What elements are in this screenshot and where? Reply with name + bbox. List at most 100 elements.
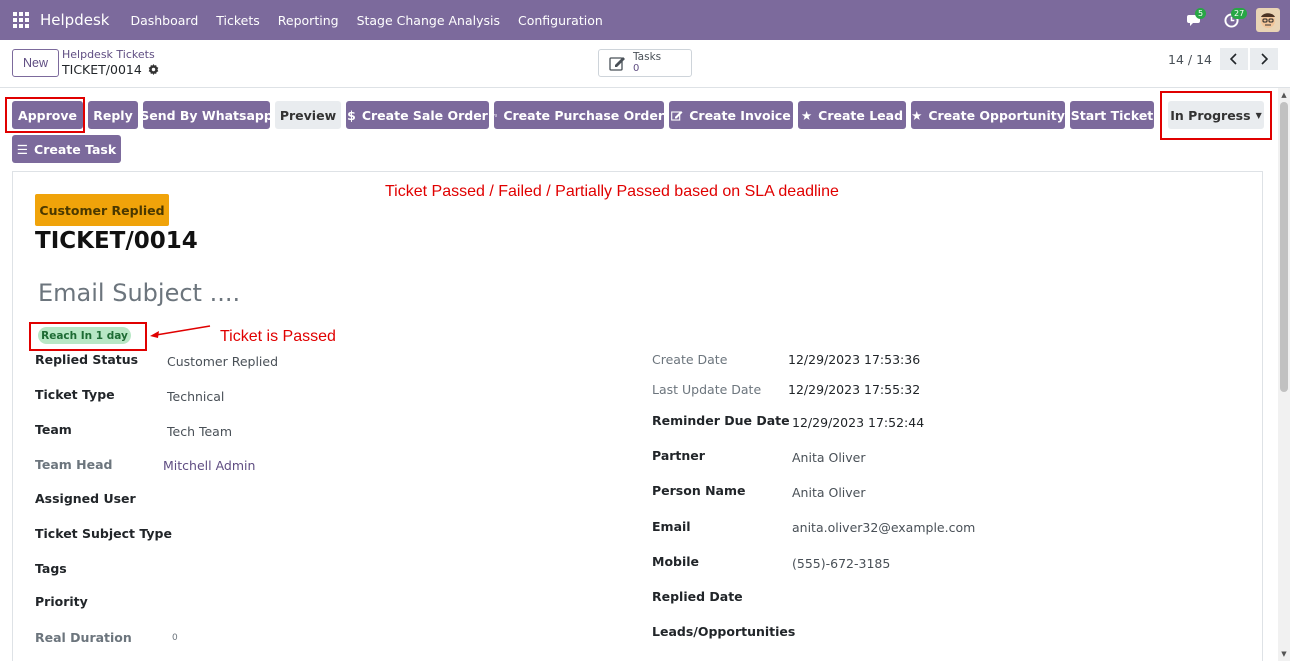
gear-icon[interactable] (148, 64, 159, 75)
real-duration-label: Real Duration (35, 630, 132, 645)
create-opportunity-label: Create Opportunity (928, 107, 1065, 123)
cart-icon (494, 113, 498, 117)
create-purchase-order-label: Create Purchase Order (503, 107, 664, 123)
stage-badge: Customer Replied (35, 194, 169, 226)
activities-badge: 27 (1231, 8, 1248, 19)
partner-value[interactable]: Anita Oliver (792, 450, 866, 465)
last-update-date-value: 12/29/2023 17:55:32 (788, 382, 921, 397)
start-ticket-label: Start Ticket (1070, 107, 1154, 123)
last-update-date-label: Last Update Date (652, 382, 762, 397)
create-sale-order-label: Create Sale Order (361, 107, 488, 123)
messaging-icon[interactable]: 5 (1184, 8, 1207, 30)
team-label: Team (35, 422, 72, 437)
new-button[interactable]: New (12, 49, 59, 77)
person-name-value[interactable]: Anita Oliver (792, 485, 866, 500)
app-brand[interactable]: Helpdesk (40, 11, 109, 29)
activity-clock-icon[interactable]: 27 (1220, 8, 1248, 30)
create-date-value: 12/29/2023 17:53:36 (788, 352, 921, 367)
assigned-user-label: Assigned User (35, 491, 136, 506)
menu-configuration[interactable]: Configuration (518, 13, 603, 28)
status-dropdown-label: In Progress (1170, 107, 1251, 123)
leads-opportunities-label: Leads/Opportunities (652, 624, 796, 639)
create-lead-label: Create Lead (818, 107, 904, 123)
team-value[interactable]: Tech Team (167, 424, 232, 439)
messages-badge: 5 (1195, 8, 1207, 19)
dollar-icon: $ (347, 107, 356, 123)
ticket-title: TICKET/0014 (35, 228, 198, 254)
edit-icon (609, 57, 625, 71)
reminder-due-date-value[interactable]: 12/29/2023 17:52:44 (792, 415, 924, 430)
ticket-type-label: Ticket Type (35, 387, 115, 402)
preview-button[interactable]: Preview (275, 101, 341, 129)
ticket-subject-type-label: Ticket Subject Type (35, 526, 172, 541)
person-name-label: Person Name (652, 483, 746, 498)
team-head-value[interactable]: Mitchell Admin (163, 458, 255, 473)
create-lead-button[interactable]: ★ Create Lead (798, 101, 906, 129)
mobile-value[interactable]: (555)-672-3185 (792, 556, 890, 571)
star-icon: ★ (911, 107, 923, 123)
create-sale-order-button[interactable]: $ Create Sale Order (346, 101, 489, 129)
passed-annotation: Ticket is Passed (220, 328, 336, 345)
preview-button-label: Preview (279, 107, 337, 123)
approve-button-label: Approve (18, 107, 77, 123)
send-by-whatsapp-label: Send By Whatsapp (140, 107, 273, 123)
edit-icon (671, 110, 683, 121)
star-icon: ★ (800, 107, 813, 123)
priority-label: Priority (35, 594, 88, 609)
breadcrumb-current: TICKET/0014 (62, 62, 159, 77)
scroll-thumb[interactable] (1280, 102, 1288, 392)
status-dropdown[interactable]: In Progress ▼ (1168, 101, 1264, 129)
send-by-whatsapp-button[interactable]: Send By Whatsapp (140, 101, 273, 129)
pager-next-button[interactable] (1250, 48, 1278, 70)
control-panel: New Helpdesk Tickets TICKET/0014 Tasks 0… (0, 40, 1290, 88)
email-label: Email (652, 519, 691, 534)
start-ticket-button[interactable]: Start Ticket (1070, 101, 1154, 129)
reply-button[interactable]: Reply (88, 101, 138, 129)
pager-value[interactable]: 14 / 14 (1168, 52, 1212, 67)
ticket-type-value[interactable]: Technical (167, 389, 224, 404)
team-head-label: Team Head (35, 457, 113, 472)
create-opportunity-button[interactable]: ★ Create Opportunity (911, 101, 1065, 129)
tasks-smart-button[interactable]: Tasks 0 (598, 49, 692, 77)
partner-label: Partner (652, 448, 705, 463)
create-task-button[interactable]: ☰ Create Task (12, 135, 121, 163)
tasks-count: 0 (633, 63, 640, 74)
breadcrumb-current-label: TICKET/0014 (62, 62, 142, 77)
replied-status-label: Replied Status (35, 352, 139, 367)
scroll-down-icon[interactable]: ▼ (1280, 650, 1288, 658)
breadcrumb-parent[interactable]: Helpdesk Tickets (62, 48, 155, 61)
replied-date-label: Replied Date (652, 589, 743, 604)
menu-tickets[interactable]: Tickets (216, 13, 260, 28)
replied-status-value[interactable]: Customer Replied (167, 354, 278, 369)
approve-button[interactable]: Approve (12, 101, 83, 129)
menu-reporting[interactable]: Reporting (278, 13, 339, 28)
top-navbar: Helpdesk Dashboard Tickets Reporting Sta… (0, 0, 1290, 40)
reminder-due-date-label: Reminder Due Date (652, 413, 790, 428)
reply-button-label: Reply (93, 107, 133, 123)
pager-previous-button[interactable] (1220, 48, 1248, 70)
chevron-right-icon (1261, 53, 1268, 65)
tasks-label: Tasks (633, 51, 662, 63)
menu-stage-change-analysis[interactable]: Stage Change Analysis (357, 13, 500, 28)
caret-down-icon: ▼ (1255, 110, 1262, 120)
form-sheet (12, 171, 1263, 661)
user-avatar[interactable] (1256, 8, 1280, 32)
record-pager: 14 / 14 (1168, 48, 1278, 70)
real-duration-value: 0 (172, 633, 178, 643)
sla-annotation: Ticket Passed / Failed / Partially Passe… (385, 183, 839, 200)
arrow-icon (150, 325, 211, 338)
create-date-label: Create Date (652, 352, 728, 367)
create-invoice-button[interactable]: Create Invoice (669, 101, 793, 129)
chevron-left-icon (1230, 53, 1237, 65)
tags-label: Tags (35, 561, 67, 576)
create-purchase-order-button[interactable]: Create Purchase Order (494, 101, 664, 129)
apps-menu-icon[interactable] (13, 12, 29, 28)
scroll-up-icon[interactable]: ▲ (1280, 91, 1288, 99)
page-scrollbar[interactable]: ▲ ▼ (1278, 88, 1290, 661)
menu-dashboard[interactable]: Dashboard (130, 13, 198, 28)
mobile-label: Mobile (652, 554, 700, 569)
list-icon: ☰ (16, 141, 29, 157)
create-invoice-label: Create Invoice (689, 107, 791, 123)
email-subject[interactable]: Email Subject .... (38, 279, 240, 307)
email-value[interactable]: anita.oliver32@example.com (792, 520, 975, 535)
